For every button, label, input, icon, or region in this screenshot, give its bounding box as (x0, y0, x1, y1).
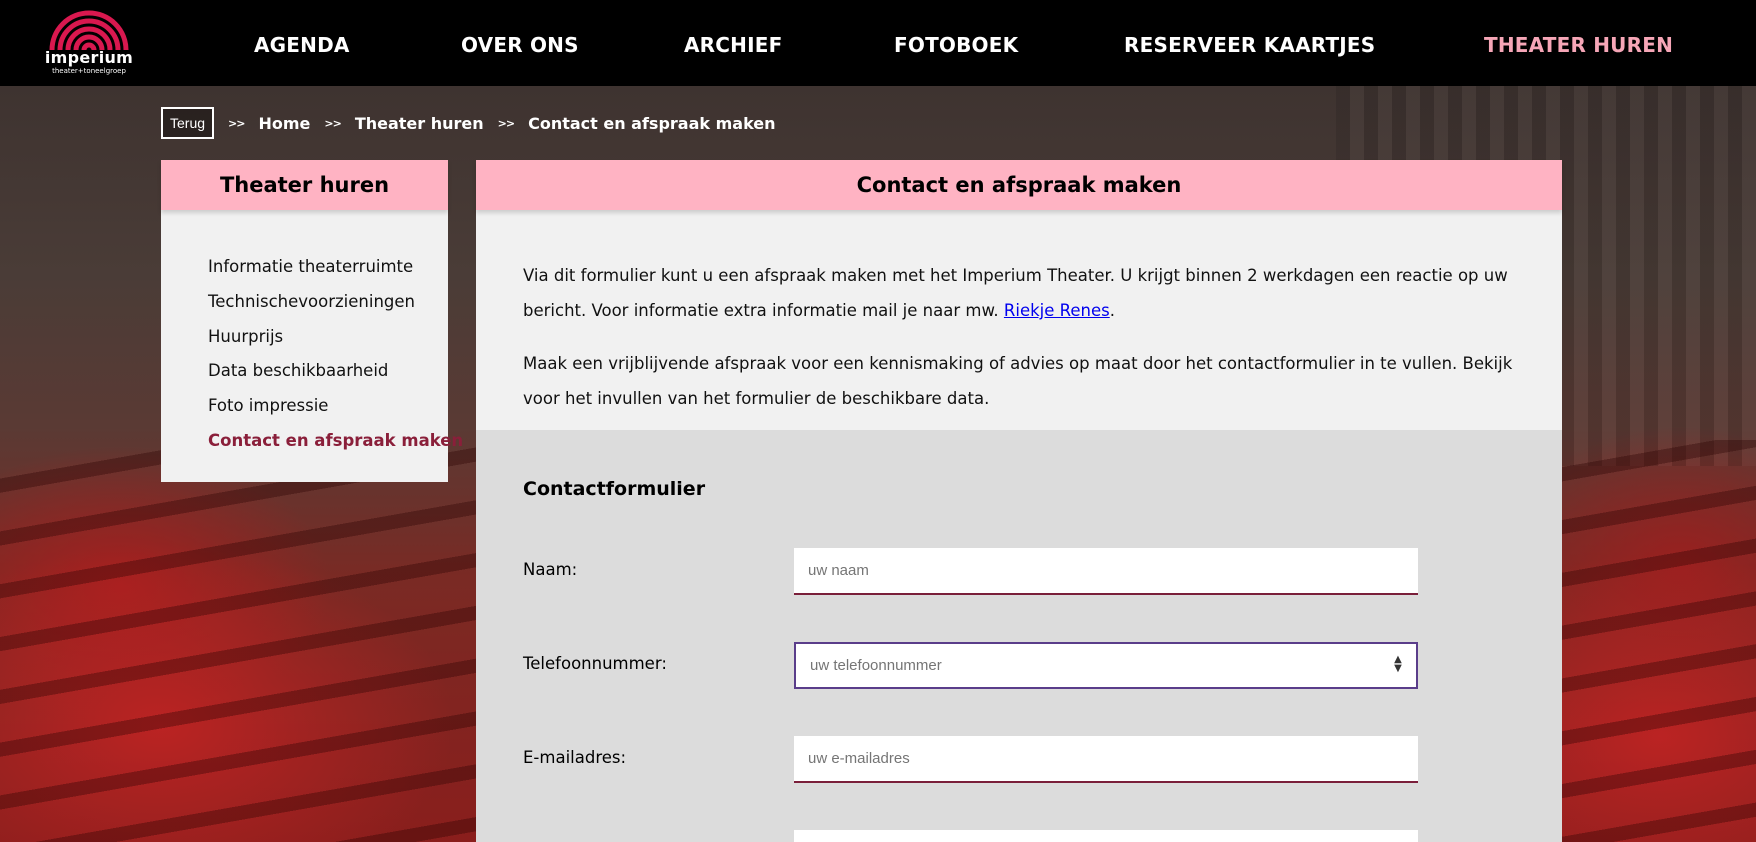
breadcrumb-current: Contact en afspraak maken (528, 113, 776, 133)
back-button[interactable]: Terug (161, 107, 215, 139)
sidebar-item-technische-voorzieningen[interactable]: Technischevoorzieningen (208, 285, 448, 320)
telefoonnummer-label: Telefoonnummer: (523, 654, 667, 673)
form-row-next (523, 830, 1423, 842)
sidebar: Theater huren Informatie theaterruimte T… (161, 160, 463, 482)
breadcrumb-separator: >> (324, 116, 341, 130)
email-link-riekje-renes[interactable]: Riekje Renes (1004, 301, 1110, 320)
form-row-email: E-mailadres: (523, 736, 1423, 784)
next-field-input[interactable] (794, 830, 1418, 842)
imperium-logo[interactable]: imperium theater+toneelgroep (44, 4, 134, 78)
top-navigation-bar: imperium theater+toneelgroep AGENDA OVER… (0, 0, 1756, 86)
page-title: Contact en afspraak maken (476, 160, 1562, 210)
breadcrumb-separator: >> (497, 116, 515, 130)
emailadres-input[interactable] (794, 736, 1418, 783)
telefoonnummer-input[interactable] (794, 642, 1418, 689)
sidebar-item-informatie-theaterruimte[interactable]: Informatie theaterruimte (208, 250, 448, 285)
contact-form: Contactformulier Naam: Telefoonnummer: ▲… (476, 430, 1562, 842)
breadcrumb: Terug >> Home >> Theater huren >> Contac… (161, 106, 790, 140)
nav-archief[interactable]: ARCHIEF (684, 33, 782, 57)
intro-paragraph-2: Maak een vrijblijvende afspraak voor een… (523, 354, 1513, 408)
form-row-telefoon: Telefoonnummer: ▲▼ (523, 642, 1423, 690)
breadcrumb-home[interactable]: Home (258, 114, 310, 133)
intro-paragraph-1: Via dit formulier kunt u een afspraak ma… (523, 258, 1515, 328)
nav-over-ons[interactable]: OVER ONS (461, 33, 579, 57)
naam-label: Naam: (523, 560, 578, 579)
sidebar-item-data-beschikbaarheid[interactable]: Data beschikbaarheid (208, 354, 448, 389)
sidebar-item-foto-impressie[interactable]: Foto impressie (208, 389, 448, 424)
sidebar-menu: Informatie theaterruimte Technischevoorz… (161, 210, 463, 459)
sidebar-item-contact[interactable]: Contact en afspraak maken (208, 424, 463, 459)
nav-theater-huren[interactable]: THEATER HUREN (1484, 33, 1673, 57)
sidebar-item-huurprijs[interactable]: Huurprijs (208, 320, 448, 355)
logo-brand-text: imperium (44, 48, 134, 67)
breadcrumb-theater-huren[interactable]: Theater huren (355, 114, 484, 133)
main-panel: Contact en afspraak maken Via dit formul… (476, 160, 1562, 842)
form-title: Contactformulier (523, 478, 706, 500)
sidebar-title: Theater huren (161, 160, 448, 210)
breadcrumb-separator: >> (228, 116, 245, 130)
nav-reserveer-kaartjes[interactable]: RESERVEER KAARTJES (1124, 33, 1375, 57)
naam-input[interactable] (794, 548, 1418, 595)
intro-paragraph-1-end: . (1109, 301, 1115, 320)
logo-arc-icon (49, 10, 129, 51)
nav-agenda[interactable]: AGENDA (254, 33, 350, 57)
logo-subtitle: theater+toneelgroep (52, 67, 126, 75)
form-row-naam: Naam: (523, 548, 1423, 596)
nav-fotoboek[interactable]: FOTOBOEK (894, 33, 1018, 57)
emailadres-label: E-mailadres: (523, 748, 627, 767)
